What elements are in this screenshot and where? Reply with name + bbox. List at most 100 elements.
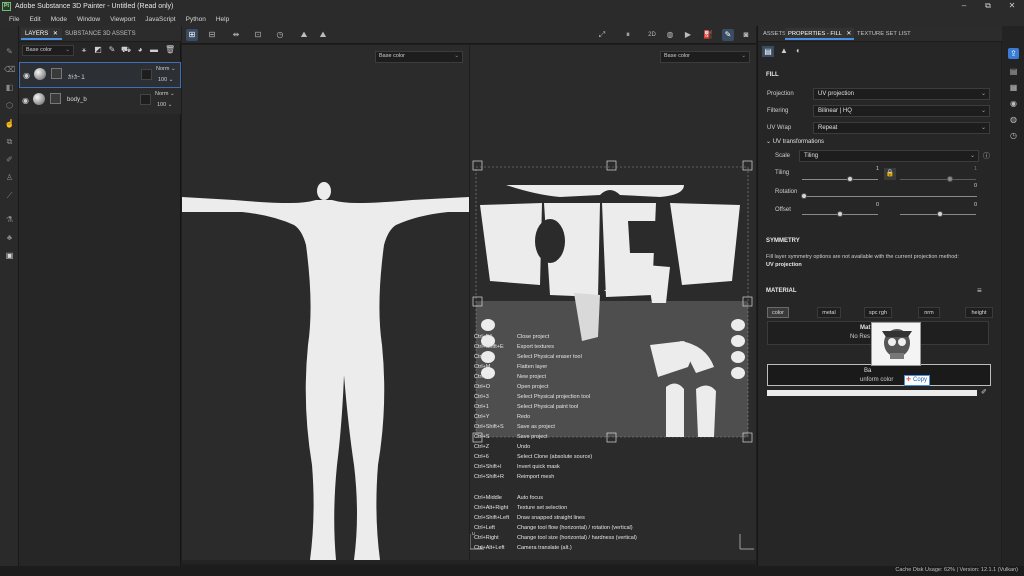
uvwrap-dropdown[interactable]: Repeat ⌄ — [813, 122, 990, 134]
viewport-3d[interactable]: Base color ⌄ — [182, 45, 469, 560]
tab-close-icon[interactable]: ✕ — [53, 31, 58, 37]
rotation-slider[interactable] — [802, 196, 977, 197]
grid-options-icon[interactable]: ⊟ — [206, 29, 218, 41]
add-mask-icon[interactable]: ◩ — [93, 45, 103, 55]
polygon-fill-icon[interactable]: ⬡ — [4, 100, 15, 111]
document-icon[interactable]: ▣ — [4, 250, 15, 261]
tree-icon[interactable]: ♣ — [4, 232, 15, 243]
history-icon[interactable]: ◷ — [274, 29, 286, 41]
delete-layer-icon[interactable]: 🗑 — [165, 45, 175, 55]
menu-viewport[interactable]: Viewport — [105, 16, 140, 23]
display-settings-icon[interactable]: ◉ — [1008, 98, 1019, 109]
menu-mode[interactable]: Mode — [46, 16, 72, 23]
channel-height-button[interactable]: height — [965, 307, 993, 318]
add-smart-material-icon[interactable]: ◕ — [135, 45, 145, 55]
add-effect-icon[interactable]: ⚹ — [79, 45, 89, 55]
info-icon[interactable]: ⓘ — [983, 151, 990, 161]
tiling-knob-2[interactable] — [947, 176, 953, 182]
uv-transform-header[interactable]: ⌄ UV transformations — [766, 138, 824, 145]
layer-row[interactable]: ◉ ｶﾄｶｰ１ Norm ⌄ 100 ⌄ — [19, 62, 181, 88]
channel-color-button[interactable]: color — [767, 307, 789, 318]
menu-javascript[interactable]: JavaScript — [140, 16, 180, 23]
channel-nrm-button[interactable]: nrm — [918, 307, 940, 318]
smudge-icon[interactable]: ☝ — [4, 118, 15, 129]
share-icon[interactable]: ⇪ — [1008, 48, 1019, 59]
opacity-value[interactable]: 100 ⌄ — [157, 102, 172, 108]
eraser-icon[interactable]: ⌫ — [4, 64, 15, 75]
render-icon[interactable]: ◍ — [664, 29, 676, 41]
add-fill-layer-icon[interactable]: ⛟ — [121, 45, 131, 55]
fill-properties-icon[interactable]: ▤ — [762, 46, 774, 57]
viewport-2d[interactable]: Base color ⌄ u v — [470, 45, 756, 560]
grid-icon[interactable]: ⊞ — [186, 29, 198, 41]
mask-thumbnail[interactable] — [51, 68, 62, 79]
maximize-button[interactable]: ⧉ — [976, 0, 1000, 12]
projection-dropdown[interactable]: UV projection ⌄ — [813, 88, 990, 100]
material-menu-icon[interactable]: ≡ — [977, 286, 982, 295]
tiling-slider-1[interactable] — [802, 179, 878, 180]
layer-row[interactable]: ◉ body_b Norm ⌄ 100 ⌄ — [19, 88, 181, 114]
paint-brush-icon[interactable]: ✎ — [4, 46, 15, 57]
color-picker-icon[interactable]: ✐ — [981, 388, 987, 396]
brush-icon[interactable]: ✎ — [722, 29, 734, 41]
filtering-dropdown[interactable]: Bilinear | HQ ⌄ — [813, 105, 990, 117]
mountain-icon[interactable]: ▲ — [780, 46, 788, 55]
close-window-button[interactable]: ✕ — [1000, 0, 1024, 12]
mountain-icon-2[interactable]: ⛰ — [317, 29, 329, 41]
menu-edit[interactable]: Edit — [24, 16, 45, 23]
channel-metal-button[interactable]: metal — [817, 307, 841, 318]
opacity-value[interactable]: 100 ⌄ — [158, 77, 173, 83]
base-color-slot[interactable]: Ba unform color — [767, 364, 991, 386]
layer-name[interactable]: body_b — [67, 97, 87, 103]
tab-layers[interactable]: LAYERS ✕ — [21, 28, 62, 40]
offset-knob-2[interactable] — [937, 211, 943, 217]
tab-close-icon[interactable]: ✕ — [846, 31, 851, 37]
shelf-icon[interactable]: ▤ — [1008, 66, 1019, 77]
log-icon[interactable]: ▦ — [1008, 82, 1019, 93]
2d-3d-icon[interactable]: 2D — [644, 29, 660, 41]
stamp-icon[interactable]: ♙ — [4, 172, 15, 183]
menu-file[interactable]: File — [4, 16, 24, 23]
minimize-button[interactable]: – — [952, 0, 976, 12]
channel-dropdown[interactable]: Base color ⌄ — [22, 45, 74, 56]
pause-icon[interactable]: ⏸ — [622, 29, 634, 41]
menu-window[interactable]: Window — [72, 16, 105, 23]
add-folder-icon[interactable]: ▬ — [149, 45, 159, 55]
mask-thumbnail[interactable] — [50, 93, 61, 104]
blend-mode-dropdown[interactable]: Norm ⌄ — [155, 91, 175, 97]
offset-knob-1[interactable] — [837, 211, 843, 217]
blend-mode-dropdown[interactable]: Norm ⌄ — [156, 66, 176, 72]
channel-spc-rgh-button[interactable]: spc rgh — [864, 307, 892, 318]
symmetry-icon[interactable]: ⇹ — [230, 29, 242, 41]
add-paint-layer-icon[interactable]: ✎ — [107, 45, 117, 55]
bake-icon[interactable]: ⚗ — [4, 214, 15, 225]
tab-properties-fill[interactable]: PROPERTIES - FILL ✕ — [785, 28, 855, 40]
shader-icon[interactable]: ◍ — [1008, 114, 1019, 125]
history-icon[interactable]: ◷ — [1008, 130, 1019, 141]
transform-icon[interactable]: ⊡ — [252, 29, 264, 41]
rotation-knob[interactable] — [801, 193, 807, 199]
scale-dropdown[interactable]: Tiling ⌄ — [799, 150, 979, 162]
tab-substance-assets[interactable]: SUBSTANCE 3D ASSETS — [61, 28, 140, 40]
tab-texture-set-list[interactable]: TEXTURE SET LIST — [854, 28, 914, 40]
color-swatch[interactable] — [767, 390, 977, 396]
paint-icon[interactable]: ⛽ — [702, 29, 714, 41]
material-sphere-icon[interactable]: ◐ — [796, 46, 801, 55]
eye-icon[interactable]: ◉ — [23, 71, 30, 80]
video-icon[interactable]: ▶ — [682, 29, 694, 41]
clone-icon[interactable]: ⧉ — [4, 136, 15, 147]
projection-icon[interactable]: ◧ — [4, 82, 15, 93]
screenshot-icon[interactable]: ◙ — [740, 29, 752, 41]
menu-help[interactable]: Help — [211, 16, 234, 23]
measure-icon[interactable]: ⟋ — [4, 190, 15, 201]
layer-mask-slot[interactable] — [140, 94, 151, 105]
camera-mode-icon[interactable]: ⤢ — [596, 29, 608, 41]
layer-mask-slot[interactable] — [141, 69, 152, 80]
eye-icon[interactable]: ◉ — [22, 96, 29, 105]
tiling-slider-2[interactable] — [900, 179, 976, 180]
menu-python[interactable]: Python — [181, 16, 211, 23]
tiling-knob-1[interactable] — [847, 176, 853, 182]
layer-name[interactable]: ｶﾄｶｰ１ — [68, 72, 86, 81]
lock-icon[interactable]: 🔒 — [884, 168, 896, 180]
picker-icon[interactable]: ✐ — [4, 154, 15, 165]
